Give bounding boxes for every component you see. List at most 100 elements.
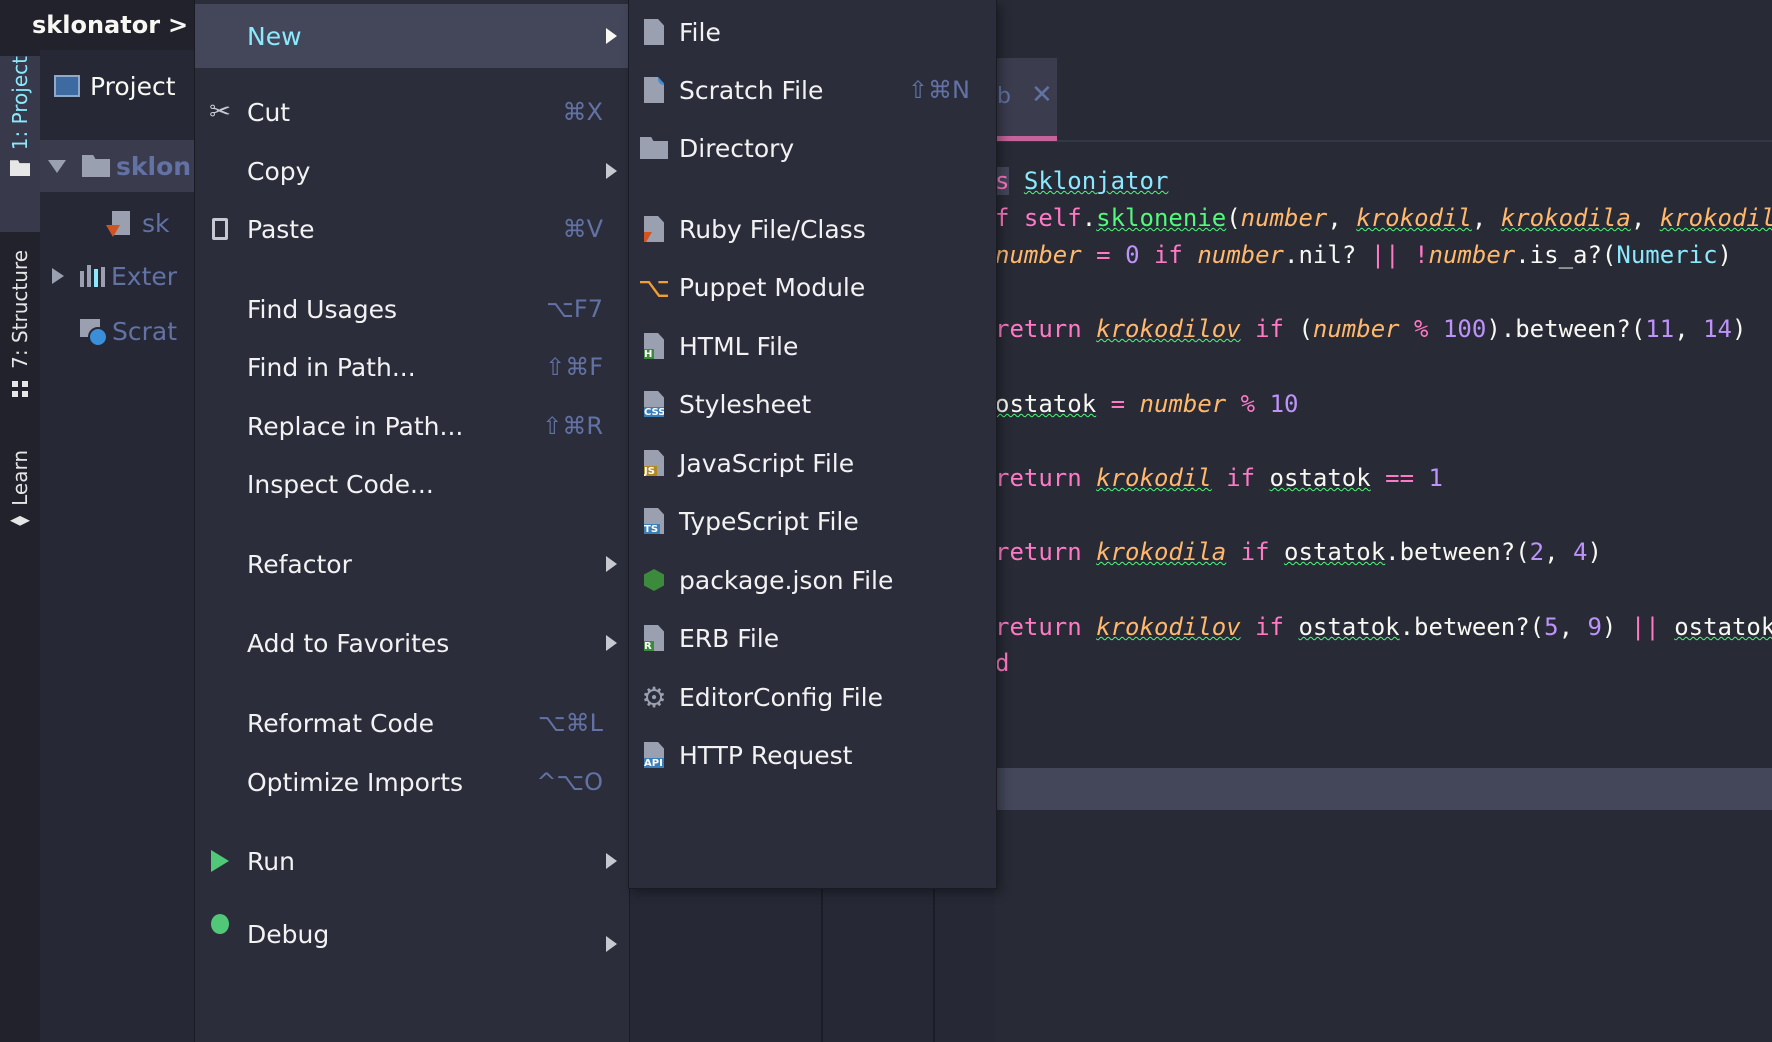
submenu-item-erb-file[interactable]: R ERB File — [629, 606, 996, 670]
breadcrumb-project[interactable]: sklonator — [32, 11, 160, 39]
menu-item-copy[interactable]: Copy — [195, 139, 629, 203]
menu-item-label: package.json File — [679, 565, 894, 595]
code-line: return krokodil if ostatok == 1 — [995, 464, 1443, 492]
tree-item-label: Scrat — [112, 316, 178, 346]
api-file-icon: API — [639, 738, 669, 772]
menu-item-label: Ruby File/Class — [679, 214, 866, 244]
close-icon[interactable]: ✕ — [1031, 80, 1053, 110]
folder-icon — [639, 131, 669, 165]
nodejs-icon — [639, 563, 669, 597]
submenu-arrow-icon — [606, 853, 617, 869]
menu-item-shortcut: ⌥F7 — [546, 295, 603, 323]
code-editor[interactable]: b ✕ s Sklonjator f self.sklonenie(number… — [995, 0, 1772, 1042]
code-line: f self.sklonenie(number, krokodil, kroko… — [995, 204, 1772, 232]
menu-item-label: Paste — [247, 214, 315, 244]
menu-item-label: TypeScript File — [679, 506, 859, 536]
menu-item-debug[interactable]: Debug — [195, 884, 629, 952]
submenu-arrow-icon — [606, 635, 617, 651]
project-view-icon — [54, 75, 80, 97]
code-line: s Sklonjator — [995, 167, 1169, 195]
menu-item-inspect-code[interactable]: Inspect Code... — [195, 452, 629, 516]
menu-item-label: Optimize Imports — [247, 767, 464, 797]
menu-item-label: Replace in Path... — [247, 411, 464, 441]
menu-item-find-in-path[interactable]: Find in Path... ⇧⌘F — [195, 335, 629, 399]
context-menu: New ✂ Cut ⌘X Copy Paste ⌘V Find Usages ⌥… — [194, 0, 630, 1042]
menu-item-shortcut: ⇧⌘N — [907, 76, 970, 104]
tree-item-external-libraries[interactable]: Exter — [40, 250, 200, 302]
structure-icon — [12, 380, 28, 397]
expand-arrow-icon[interactable] — [52, 268, 64, 284]
menu-item-label: HTTP Request — [679, 740, 853, 770]
menu-item-add-to-favorites[interactable]: Add to Favorites — [195, 611, 629, 675]
menu-item-replace-in-path[interactable]: Replace in Path... ⇧⌘R — [195, 394, 629, 458]
submenu-item-ruby-file[interactable]: Ruby File/Class — [629, 197, 996, 261]
erb-file-icon: R — [639, 621, 669, 655]
ruby-file-icon — [106, 211, 130, 237]
submenu-item-scratch-file[interactable]: Scratch File ⇧⌘N — [629, 58, 996, 122]
breadcrumb[interactable]: sklonator > — [32, 11, 188, 39]
tree-item-label: sklon — [116, 151, 192, 181]
tab-learn[interactable]: Learn — [0, 450, 40, 590]
tab-project[interactable]: 1: Project — [0, 56, 40, 232]
new-submenu: File Scratch File ⇧⌘N Directory Ruby Fil… — [628, 0, 997, 889]
file-icon — [639, 15, 669, 49]
tab-learn-label: Learn — [8, 450, 32, 506]
library-icon — [80, 265, 105, 287]
submenu-item-directory[interactable]: Directory — [629, 116, 996, 180]
menu-item-label: HTML File — [679, 331, 799, 361]
divider — [933, 880, 935, 1042]
submenu-item-html-file[interactable]: H HTML File — [629, 314, 996, 378]
submenu-item-javascript-file[interactable]: JS JavaScript File — [629, 431, 996, 495]
menu-item-label: Find in Path... — [247, 352, 416, 382]
current-line-highlight — [995, 768, 1772, 810]
tab-structure[interactable]: 7: Structure — [0, 250, 40, 400]
tree-item-label: sk — [142, 208, 170, 238]
menu-item-label: New — [247, 21, 302, 51]
menu-item-label: Puppet Module — [679, 272, 866, 302]
menu-item-find-usages[interactable]: Find Usages ⌥F7 — [195, 277, 629, 341]
menu-item-shortcut: ⌥⌘L — [537, 709, 603, 737]
code-line: return krokodila if ostatok.between?(2, … — [995, 538, 1602, 566]
menu-item-optimize-imports[interactable]: Optimize Imports ^⌥O — [195, 750, 629, 814]
debug-icon — [205, 901, 235, 934]
menu-item-shortcut: ⌘X — [562, 98, 603, 126]
tree-item-root[interactable]: sklon — [40, 140, 200, 192]
gear-icon: ⚙ — [641, 680, 667, 714]
puppet-icon: ⌥ — [637, 270, 671, 304]
code-line: d — [995, 649, 1010, 677]
menu-item-label: Debug — [247, 920, 330, 949]
menu-item-paste[interactable]: Paste ⌘V — [195, 197, 629, 261]
code-line: return krokodilov if (number % 100).betw… — [995, 315, 1747, 343]
tab-structure-label: 7: Structure — [8, 250, 32, 369]
menu-item-refactor[interactable]: Refactor — [195, 532, 629, 596]
menu-item-label: EditorConfig File — [679, 682, 883, 712]
expand-arrow-icon[interactable] — [48, 159, 66, 173]
submenu-item-typescript-file[interactable]: TS TypeScript File — [629, 489, 996, 553]
menu-item-label: File — [679, 17, 721, 47]
tree-item-file[interactable]: sk — [40, 197, 200, 249]
menu-item-new[interactable]: New — [195, 4, 629, 68]
menu-item-label: Directory — [679, 133, 795, 163]
menu-item-label: ERB File — [679, 623, 780, 653]
submenu-arrow-icon — [606, 163, 617, 179]
editor-tab[interactable]: b ✕ — [995, 58, 1057, 141]
divider — [821, 880, 823, 1042]
menu-item-reformat-code[interactable]: Reformat Code ⌥⌘L — [195, 691, 629, 755]
submenu-item-file[interactable]: File — [629, 0, 996, 64]
menu-item-cut[interactable]: ✂ Cut ⌘X — [195, 80, 629, 144]
submenu-item-stylesheet[interactable]: CSS Stylesheet — [629, 372, 996, 436]
menu-item-label: JavaScript File — [679, 448, 855, 478]
tree-item-scratches[interactable]: Scrat — [40, 305, 200, 357]
submenu-item-package-json[interactable]: package.json File — [629, 548, 996, 612]
project-view-label: Project — [90, 71, 176, 101]
editor-tab-bar: b ✕ — [995, 58, 1772, 142]
submenu-item-http-request[interactable]: API HTTP Request — [629, 723, 996, 787]
submenu-item-editorconfig-file[interactable]: ⚙ EditorConfig File — [629, 665, 996, 729]
menu-item-label: Find Usages — [247, 294, 398, 324]
folder-icon — [82, 155, 110, 177]
project-view-header[interactable]: Project — [40, 60, 200, 112]
menu-item-shortcut: ^⌥O — [536, 768, 603, 796]
menu-item-label: Stylesheet — [679, 389, 812, 419]
menu-item-label: Inspect Code... — [247, 469, 434, 499]
submenu-item-puppet-module[interactable]: ⌥ Puppet Module — [629, 255, 996, 319]
